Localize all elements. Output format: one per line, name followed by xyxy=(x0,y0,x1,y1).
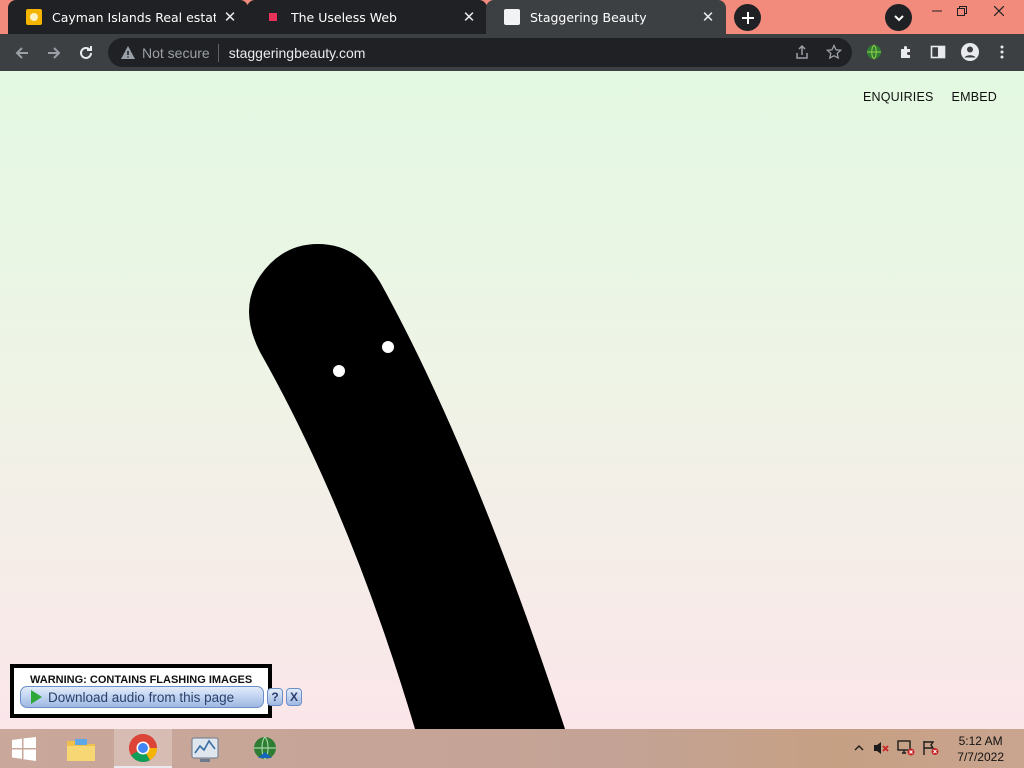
download-audio-button[interactable]: Download audio from this page xyxy=(20,686,264,708)
address-bar[interactable]: Not secure staggeringbeauty.com xyxy=(108,38,852,67)
bookmark-button[interactable] xyxy=(822,40,846,64)
restore-icon xyxy=(957,6,967,16)
extension-globe-button[interactable] xyxy=(862,40,886,64)
warning-icon[interactable] xyxy=(120,45,136,61)
play-icon xyxy=(31,690,42,704)
speaker-muted-icon xyxy=(874,742,889,754)
tab-title: The Useless Web xyxy=(291,9,397,25)
avatar-icon xyxy=(961,43,979,61)
close-tab-icon[interactable]: ✕ xyxy=(700,9,716,26)
system-clock[interactable]: 5:12 AM 7/7/2022 xyxy=(957,733,1004,765)
windows-logo-icon xyxy=(12,736,36,761)
close-tab-icon[interactable]: ✕ xyxy=(461,9,477,26)
staggering-beauty-worm[interactable] xyxy=(0,71,1024,729)
side-panel-button[interactable] xyxy=(926,40,950,64)
tab-cayman-islands[interactable]: Cayman Islands Real estate Prope ✕ xyxy=(8,0,248,34)
resource-monitor-taskbar-button[interactable] xyxy=(176,729,234,768)
flag-alert-icon xyxy=(923,741,939,755)
url-text[interactable]: staggeringbeauty.com xyxy=(229,45,366,61)
tab-search-button[interactable] xyxy=(885,4,912,31)
folder-icon xyxy=(67,738,95,761)
chevron-up-icon xyxy=(854,745,864,751)
extensions-button[interactable] xyxy=(894,40,918,64)
cayman-favicon-icon xyxy=(26,9,42,25)
tab-title: Staggering Beauty xyxy=(530,9,647,25)
forward-button[interactable] xyxy=(40,39,68,67)
plus-icon xyxy=(741,11,754,24)
new-tab-button[interactable] xyxy=(734,4,761,31)
tab-staggering-beauty[interactable]: Staggering Beauty ✕ xyxy=(486,0,726,34)
puzzle-icon xyxy=(901,46,910,58)
close-window-button[interactable] xyxy=(982,0,1016,22)
reload-button[interactable] xyxy=(72,39,100,67)
restore-button[interactable] xyxy=(945,0,979,22)
clock-time: 5:12 AM xyxy=(958,734,1003,748)
help-button[interactable]: ? xyxy=(267,688,283,706)
back-button[interactable] xyxy=(8,39,36,67)
worm-eye-right xyxy=(382,341,394,353)
chevron-down-icon xyxy=(893,14,904,21)
globe-download-icon xyxy=(254,736,276,759)
tab-strip: Cayman Islands Real estate Prope ✕ The U… xyxy=(0,0,1024,34)
menu-button[interactable] xyxy=(990,40,1014,64)
tab-title: Cayman Islands Real estate Prope xyxy=(52,9,216,25)
browser-toolbar: Not secure staggeringbeauty.com xyxy=(0,34,1024,71)
action-center-flag-button[interactable] xyxy=(922,737,940,759)
share-icon xyxy=(796,44,808,59)
tab-useless-web[interactable]: The Useless Web ✕ xyxy=(247,0,487,34)
start-button[interactable] xyxy=(0,729,48,768)
page-favicon-icon xyxy=(504,9,520,25)
close-icon xyxy=(994,6,1004,16)
web-page: ENQUIRIES EMBED WARNING: CONTAINS FLASHI… xyxy=(0,71,1024,729)
profile-button[interactable] xyxy=(958,40,982,64)
chrome-taskbar-button[interactable] xyxy=(114,729,172,768)
more-vertical-icon xyxy=(1000,45,1004,59)
download-audio-label: Download audio from this page xyxy=(48,689,235,705)
minimize-icon xyxy=(932,10,942,12)
chrome-icon xyxy=(129,733,158,762)
download-audio-panel: Download audio from this page ? X xyxy=(20,686,302,708)
security-status[interactable]: Not secure xyxy=(142,45,210,61)
omnibox-divider xyxy=(217,43,219,62)
monitor-chart-icon xyxy=(191,737,219,762)
reload-icon xyxy=(80,46,92,59)
star-icon xyxy=(826,44,842,60)
flashing-warning-text: WARNING: CONTAINS FLASHING IMAGES xyxy=(30,674,253,686)
network-disconnected-icon xyxy=(897,740,915,756)
worm-eye-left xyxy=(333,365,345,377)
arrow-right-icon xyxy=(48,47,61,59)
arrow-left-icon xyxy=(15,47,28,59)
volume-button[interactable] xyxy=(872,737,890,759)
close-tab-icon[interactable]: ✕ xyxy=(222,9,238,26)
side-panel-icon xyxy=(930,45,946,59)
network-button[interactable] xyxy=(897,737,915,759)
file-explorer-taskbar-button[interactable] xyxy=(52,729,110,768)
idm-taskbar-button[interactable] xyxy=(236,729,294,768)
globe-extension-icon xyxy=(867,44,881,60)
close-panel-button[interactable]: X xyxy=(286,688,302,706)
show-hidden-icons-button[interactable] xyxy=(850,737,868,759)
taskbar: 5:12 AM 7/7/2022 xyxy=(0,729,1024,768)
share-button[interactable] xyxy=(790,40,814,64)
clock-date: 7/7/2022 xyxy=(957,750,1004,764)
useless-web-favicon-icon xyxy=(265,9,281,25)
